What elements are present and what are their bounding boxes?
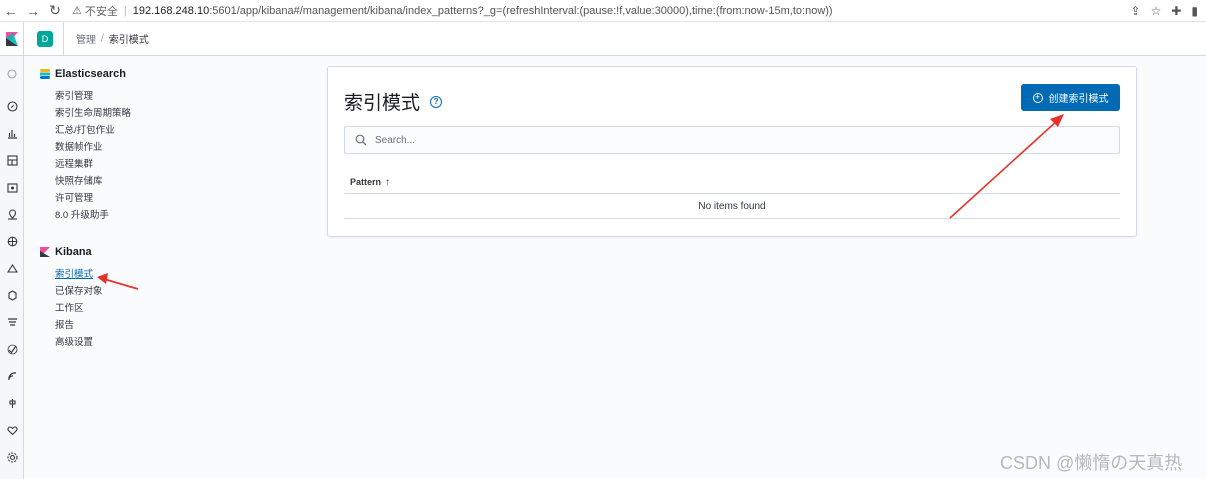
kibana-logo-icon xyxy=(40,247,50,257)
kibana-header: D 管理 / 索引模式 xyxy=(0,21,1206,56)
management-sidenav: Elasticsearch 索引管理 索引生命周期策略 汇总/打包作业 数据帧作业 远程… xyxy=(40,66,270,351)
empty-table-message: No items found xyxy=(344,195,1120,219)
index-patterns-panel: 索引模式 ? + 创建索引模式 Pattern↑ No items found xyxy=(327,66,1137,237)
kibana-nav-item[interactable]: 索引模式 xyxy=(55,266,270,283)
dev-tools-icon[interactable] xyxy=(6,397,18,409)
space-avatar[interactable]: D xyxy=(37,30,53,47)
kibana-group-title: Kibana xyxy=(40,244,270,260)
insecure-label: 不安全 xyxy=(84,5,118,18)
visualize-chart-icon[interactable] xyxy=(6,127,18,139)
bookmark-star-icon[interactable]: ☆ xyxy=(1151,4,1162,18)
page-title: 索引模式 ? xyxy=(344,88,443,115)
elasticsearch-nav-item[interactable]: 快照存储库 xyxy=(55,173,270,190)
maps-icon[interactable] xyxy=(6,208,18,220)
canvas-icon[interactable] xyxy=(6,181,18,193)
kibana-nav-item[interactable]: 报告 xyxy=(55,317,270,334)
uptime-icon[interactable] xyxy=(6,343,18,355)
extensions-icon[interactable]: ✚ xyxy=(1171,4,1181,18)
elasticsearch-nav-item[interactable]: 8.0 升级助手 xyxy=(55,207,270,224)
elasticsearch-logo-icon xyxy=(40,69,50,79)
search-input[interactable] xyxy=(373,133,1073,147)
reload-icon[interactable]: ↻ xyxy=(44,0,66,22)
breadcrumb: 管理 / 索引模式 xyxy=(76,31,149,46)
management-gear-icon[interactable] xyxy=(6,451,18,463)
apm-icon[interactable] xyxy=(6,316,18,328)
elasticsearch-nav-item[interactable]: 索引生命周期策略 xyxy=(55,105,270,122)
search-icon xyxy=(355,134,367,146)
url-separator: | xyxy=(123,4,127,17)
sort-ascending-icon: ↑ xyxy=(385,176,391,188)
elasticsearch-nav-item[interactable]: 数据帧作业 xyxy=(55,139,270,156)
dashboard-icon[interactable] xyxy=(6,154,18,166)
table-header: Pattern ↑ xyxy=(344,171,1120,194)
breadcrumb-separator: / xyxy=(101,33,104,44)
logs-icon[interactable] xyxy=(6,289,18,301)
header-divider xyxy=(63,21,64,56)
breadcrumb-management[interactable]: 管理 xyxy=(76,31,96,46)
ml-icon[interactable] xyxy=(6,235,18,247)
kibana-nav-item[interactable]: 已保存对象 xyxy=(55,283,270,300)
recent-clock-icon[interactable] xyxy=(6,68,18,80)
sidebar-panel-icon[interactable]: ▮ xyxy=(1191,4,1198,18)
elasticsearch-nav-list: 索引管理 索引生命周期策略 汇总/打包作业 数据帧作业 远程集群 快照存储库 许可管理 8.0… xyxy=(55,88,270,224)
help-icon[interactable]: ? xyxy=(430,95,443,108)
kibana-nav-list: 索引模式 已保存对象 工作区 报告 高级设置 xyxy=(55,266,270,351)
warning-icon: ⚠ xyxy=(72,5,82,17)
infrastructure-icon[interactable] xyxy=(6,262,18,274)
back-icon[interactable]: ← xyxy=(0,0,22,22)
elasticsearch-nav-item[interactable]: 远程集群 xyxy=(55,156,270,173)
monitoring-heart-icon[interactable] xyxy=(6,424,18,436)
kibana-logo-icon[interactable] xyxy=(0,21,24,56)
create-index-pattern-button[interactable]: + 创建索引模式 xyxy=(1021,84,1120,111)
browser-toolbar: ← → ↻ ⚠ 不安全 | 192.168.248.10:5601/app/ki… xyxy=(0,0,1206,22)
breadcrumb-current: 索引模式 xyxy=(108,35,149,46)
address-bar[interactable]: ⚠ 不安全 | 192.168.248.10:5601/app/kibana#/… xyxy=(72,0,1131,22)
siem-icon[interactable] xyxy=(6,370,18,382)
plus-in-circle-icon: + xyxy=(1032,92,1043,103)
forward-icon[interactable]: → xyxy=(22,0,44,22)
elasticsearch-nav-item[interactable]: 汇总/打包作业 xyxy=(55,122,270,139)
kibana-nav-item[interactable]: 高级设置 xyxy=(55,334,270,351)
discover-compass-icon[interactable] xyxy=(6,100,18,112)
url-text[interactable]: 192.168.248.10:5601/app/kibana#/manageme… xyxy=(133,5,833,17)
pattern-column-header[interactable]: Pattern ↑ xyxy=(350,177,390,188)
kibana-nav-item[interactable]: 工作区 xyxy=(55,300,270,317)
watermark: CSDN @懒惰の天真热 xyxy=(1000,453,1183,473)
nav-rail xyxy=(0,56,24,479)
share-icon[interactable]: ⇪ xyxy=(1131,4,1141,18)
elasticsearch-nav-item[interactable]: 索引管理 xyxy=(55,88,270,105)
search-box[interactable] xyxy=(344,126,1120,154)
elasticsearch-group-title: Elasticsearch xyxy=(40,66,270,82)
elasticsearch-nav-item[interactable]: 许可管理 xyxy=(55,190,270,207)
